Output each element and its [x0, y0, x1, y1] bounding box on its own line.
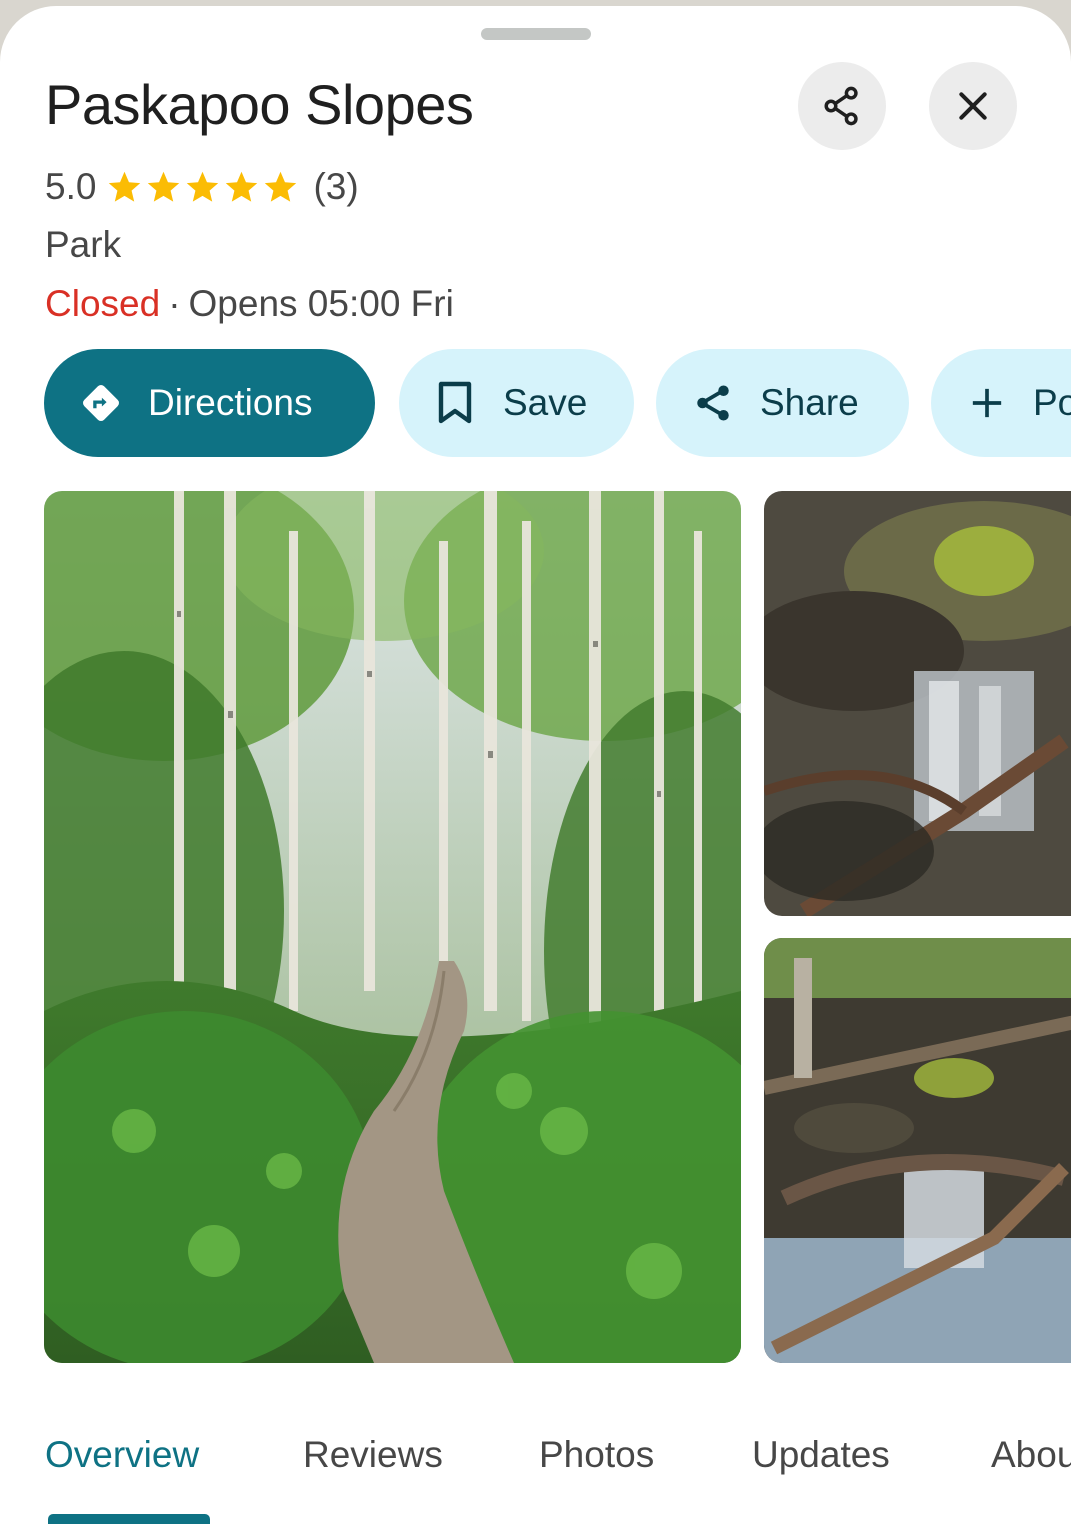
- star-rating: [106, 169, 301, 206]
- status-badge: Closed: [45, 283, 161, 324]
- share-icon: [692, 382, 734, 424]
- directions-icon: [80, 382, 122, 424]
- place-category: Park: [45, 224, 122, 265]
- tab-updates[interactable]: Updates: [752, 1434, 890, 1476]
- share-button[interactable]: [798, 62, 886, 150]
- directions-label: Directions: [148, 382, 313, 423]
- photo-forest-trail[interactable]: [44, 491, 741, 1363]
- star-icon: [226, 171, 258, 202]
- photo-gallery: [0, 491, 1071, 1366]
- close-button[interactable]: [929, 62, 1017, 150]
- photo-creek-moss[interactable]: [764, 491, 1071, 916]
- post-button[interactable]: Po: [931, 349, 1071, 457]
- tab-overview[interactable]: Overview: [45, 1434, 199, 1476]
- tab-photos[interactable]: Photos: [539, 1434, 654, 1476]
- active-tab-indicator: [48, 1514, 210, 1524]
- place-title: Paskapoo Slopes: [45, 73, 474, 136]
- action-chips: Directions Save Share Po: [0, 349, 1071, 459]
- hours-row[interactable]: Closed · Opens 05:00 Fri: [45, 283, 454, 325]
- tab-reviews[interactable]: Reviews: [303, 1434, 443, 1476]
- close-icon: [959, 92, 987, 120]
- save-label: Save: [503, 382, 588, 423]
- post-label: Po: [1033, 382, 1071, 423]
- share-icon: [824, 86, 858, 126]
- tab-bar: Overview Reviews Photos Updates Abou: [0, 1424, 1071, 1536]
- hours-text: Opens 05:00 Fri: [188, 283, 454, 324]
- rating-row[interactable]: 5.0 (3): [45, 166, 359, 208]
- separator: ·: [168, 283, 181, 324]
- star-icon: [265, 171, 297, 202]
- star-icon: [109, 171, 141, 202]
- rating-value: 5.0: [45, 166, 97, 207]
- review-count: (3): [313, 166, 359, 207]
- share-chip[interactable]: Share: [656, 349, 909, 457]
- save-button[interactable]: Save: [399, 349, 634, 457]
- place-sheet: Paskapoo Slopes 5.0 (3) Park Closed · Open…: [0, 6, 1071, 1536]
- directions-button[interactable]: Directions: [44, 349, 375, 457]
- drag-handle[interactable]: [481, 28, 591, 40]
- photo-driftwood-stream[interactable]: [764, 938, 1071, 1363]
- star-icon: [148, 171, 180, 202]
- tab-about[interactable]: Abou: [991, 1434, 1071, 1476]
- share-label: Share: [760, 382, 859, 423]
- plus-icon: [969, 385, 1005, 421]
- bookmark-icon: [435, 381, 475, 425]
- star-icon: [187, 171, 219, 202]
